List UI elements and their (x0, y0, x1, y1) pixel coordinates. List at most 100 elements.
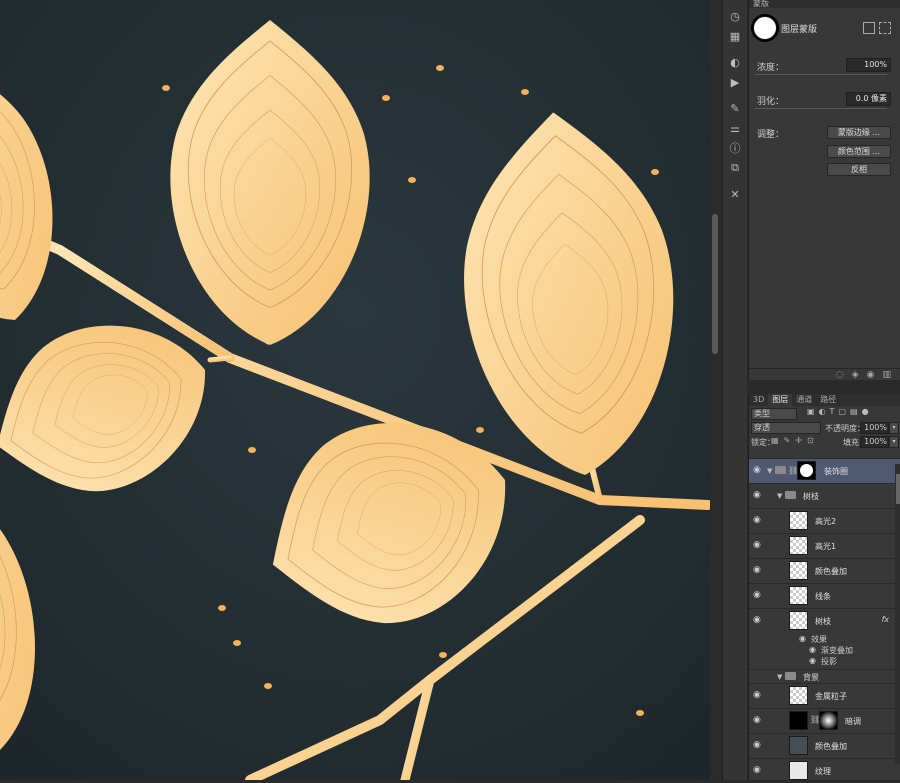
eye-icon[interactable]: ◉ (753, 716, 763, 725)
lock-all-icon[interactable]: ⊡ (807, 436, 814, 445)
fill-dropdown-icon[interactable]: ▾ (889, 436, 899, 448)
lock-transparency-icon[interactable]: ▦ (771, 436, 779, 445)
eye-icon[interactable]: ◉ (753, 516, 763, 525)
effect-eye-icon[interactable]: ◉ (799, 634, 806, 643)
chevron-down-icon[interactable]: ▼ (777, 492, 782, 500)
shape-filter-icon[interactable]: ▢ (838, 407, 846, 416)
layers-scrollbar[interactable] (895, 464, 900, 764)
chevron-down-icon[interactable]: ▼ (777, 673, 782, 681)
layer-name: 金属粒子 (815, 692, 847, 701)
density-field[interactable]: 100% (846, 58, 891, 72)
effects-row[interactable]: ◉ 效果 (749, 634, 900, 645)
eye-icon[interactable]: ◉ (753, 691, 763, 700)
layer-thumbnail[interactable] (789, 711, 808, 730)
density-slider[interactable] (755, 74, 887, 75)
layer-row-background-group[interactable]: ▼ 背景 (749, 669, 900, 683)
lock-position-icon[interactable]: ✛ (795, 436, 802, 445)
layer-thumbnail[interactable] (789, 561, 808, 580)
particle (248, 447, 256, 453)
properties-panel: 蒙版 图层蒙版 浓度： 100% 羽化： 0.0 像素 调整： 蒙版边缘 ...… (748, 0, 900, 380)
apply-mask-icon[interactable]: ◈ (852, 370, 859, 380)
eye-icon[interactable]: ◉ (753, 491, 763, 500)
blend-mode-select[interactable]: 穿透 (751, 422, 821, 434)
eye-icon[interactable]: ◉ (753, 466, 763, 475)
layer-row-branch[interactable]: ◉ 树枝 fx (749, 608, 900, 633)
layer-thumbnail[interactable] (789, 736, 808, 755)
lock-pixels-icon[interactable]: ✎ (784, 436, 791, 445)
tab-3d[interactable]: 3D (749, 394, 768, 406)
layer-mask-thumbnail[interactable] (797, 461, 816, 480)
layer-thumbnail[interactable] (789, 511, 808, 530)
eye-icon[interactable]: ◉ (753, 616, 763, 625)
layer-comps-icon[interactable]: ⧉ (723, 158, 747, 178)
layer-name: 树枝 (815, 617, 831, 626)
scrollbar-thumb[interactable] (712, 214, 718, 354)
layer-row-color-fill[interactable]: ◉ 颜色叠加 (749, 733, 900, 758)
pixel-filter-icon[interactable]: ▣ (807, 407, 815, 416)
chevron-down-icon[interactable]: ▼ (767, 467, 772, 475)
layer-row-highlight-1[interactable]: ◉ 高光1 (749, 533, 900, 558)
text-filter-icon[interactable]: T (830, 407, 835, 416)
color-range-button[interactable]: 颜色范围 ... (827, 145, 891, 158)
smart-filter-icon[interactable]: ▤ (850, 407, 858, 416)
effect-gradient-overlay[interactable]: ◉ 渐变叠加 (749, 645, 900, 656)
opacity-dropdown-icon[interactable]: ▾ (889, 422, 899, 434)
layers-tabs: 3D 图层 通道 路径 (749, 394, 900, 406)
invert-button[interactable]: 反相 (827, 163, 891, 176)
tab-paths[interactable]: 路径 (816, 394, 840, 406)
scrollbar-thumb[interactable] (896, 474, 900, 504)
swatches-icon[interactable]: ▦ (723, 26, 747, 46)
layer-row-texture[interactable]: ◉ 纹理 (749, 758, 900, 783)
properties-icon[interactable]: ⚌ (723, 118, 747, 138)
fill-field[interactable]: 100% (860, 436, 889, 448)
mask-edge-button[interactable]: 蒙版边缘 ... (827, 126, 891, 139)
eye-icon[interactable]: ◉ (753, 566, 763, 575)
layer-row-lines[interactable]: ◉ 线条 (749, 583, 900, 608)
info-icon[interactable]: ⓘ (723, 138, 747, 158)
feather-slider[interactable] (755, 108, 887, 109)
eye-icon[interactable]: ◉ (753, 541, 763, 550)
opacity-field[interactable]: 100% (860, 422, 889, 434)
effect-eye-icon[interactable]: ◉ (809, 656, 816, 665)
eye-icon[interactable]: ◉ (753, 766, 763, 775)
fx-icon[interactable]: fx (881, 615, 889, 624)
tab-channels[interactable]: 通道 (792, 394, 816, 406)
mask-thumbnail[interactable] (753, 16, 777, 40)
layer-thumbnail[interactable] (789, 761, 808, 780)
eye-icon[interactable]: ◉ (753, 741, 763, 750)
layer-row-shadow-tone[interactable]: ◉ ⛓ 暗调 (749, 708, 900, 733)
actions-icon[interactable]: ▶ (723, 72, 747, 92)
density-label: 浓度： (757, 63, 785, 73)
effect-drop-shadow[interactable]: ◉ 投影 (749, 656, 900, 667)
effect-eye-icon[interactable]: ◉ (809, 645, 816, 654)
vector-mask-button[interactable] (879, 22, 891, 34)
eye-icon[interactable]: ◉ (753, 591, 763, 600)
layer-thumbnail[interactable] (789, 536, 808, 555)
tab-layers[interactable]: 图层 (768, 394, 793, 406)
history-icon[interactable]: ◷ (723, 6, 747, 26)
feather-field[interactable]: 0.0 像素 (846, 92, 891, 106)
layer-row-metal-particles[interactable]: ◉ 金属粒子 (749, 683, 900, 708)
filter-toggle-icon[interactable]: ● (862, 407, 869, 416)
canvas-vertical-scrollbar[interactable] (710, 0, 720, 780)
visibility-icon[interactable]: ◉ (867, 370, 875, 380)
adjustments-icon[interactable]: ◐ (723, 52, 747, 72)
layer-thumbnail[interactable] (789, 586, 808, 605)
brush-icon[interactable]: ✎ (723, 98, 747, 118)
layer-row-branch-group[interactable]: ◉ ▼ 树枝 (749, 483, 900, 508)
load-selection-icon[interactable]: ◌ (836, 370, 844, 380)
particle (162, 85, 170, 91)
adjustment-filter-icon[interactable]: ◐ (819, 407, 826, 416)
particle (476, 427, 484, 433)
layer-row-decor-circle[interactable]: ◉ ▼ ⛓ 装饰圈 (749, 458, 900, 483)
layer-mask-thumbnail[interactable] (819, 711, 838, 730)
layer-row-highlight-2[interactable]: ◉ 高光2 (749, 508, 900, 533)
tools-icon[interactable]: ✕ (723, 184, 747, 204)
layer-thumbnail[interactable] (789, 611, 808, 630)
filter-type-select[interactable]: 类型 (751, 408, 797, 420)
layer-thumbnail[interactable] (789, 686, 808, 705)
trash-icon[interactable]: ▥ (882, 370, 891, 380)
pixel-mask-button[interactable] (863, 22, 875, 34)
document-canvas[interactable] (0, 0, 710, 780)
layer-row-color-overlay[interactable]: ◉ 颜色叠加 (749, 558, 900, 583)
